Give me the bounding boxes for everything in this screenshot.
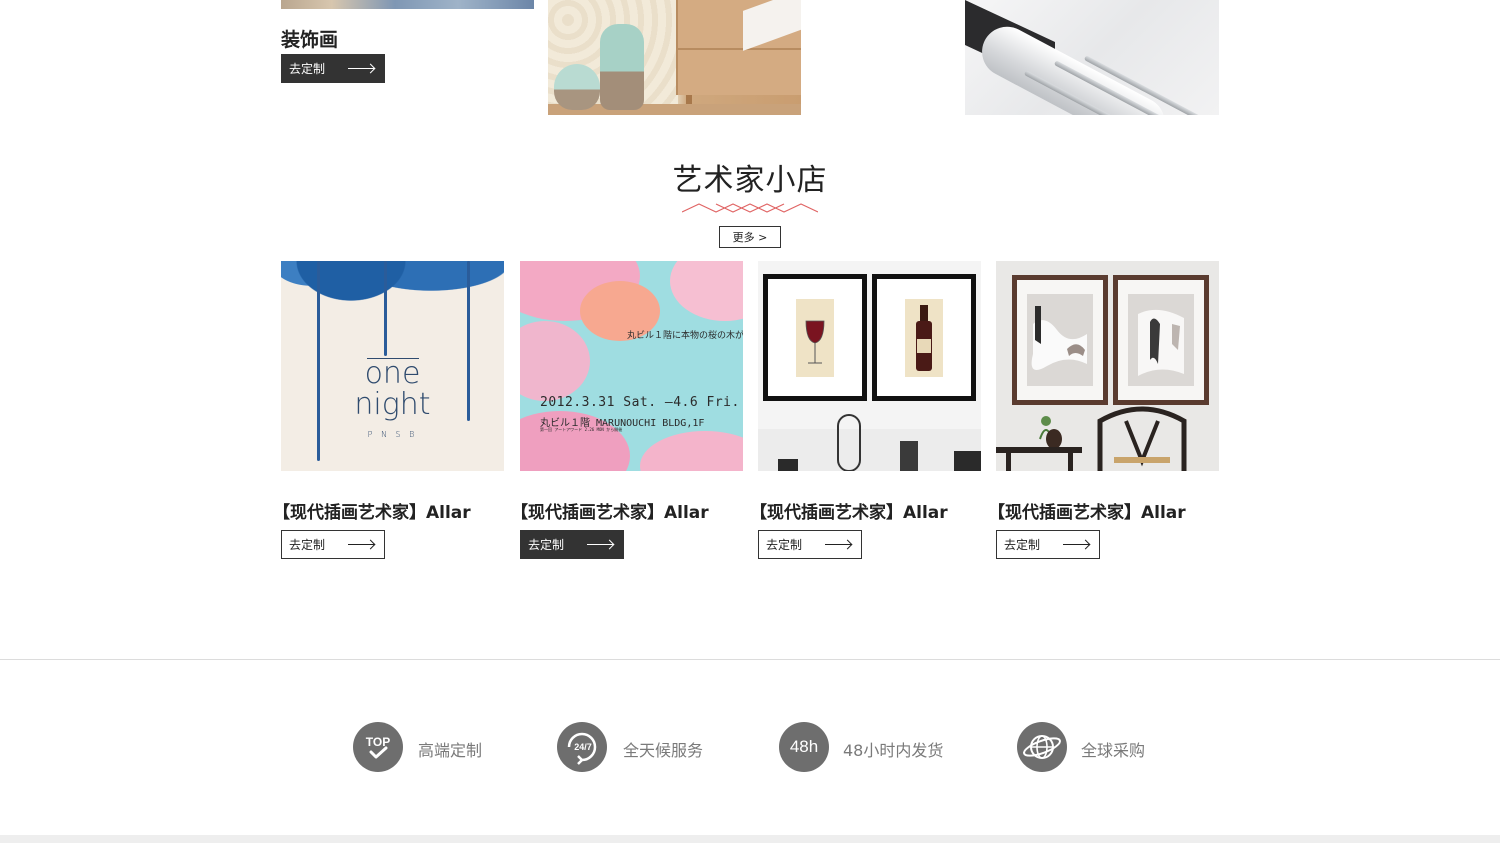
room-furniture	[778, 414, 981, 471]
rollup-banner-product-image[interactable]	[965, 0, 1219, 115]
pink-blob	[640, 431, 743, 471]
button-label: 去定制	[1004, 538, 1041, 552]
chair-and-table	[996, 406, 1187, 471]
decor-painting-image[interactable]	[281, 0, 534, 9]
poster-word-one: one	[364, 356, 421, 391]
artist-card-title[interactable]: 【现代插画艺术家】Allar	[511, 498, 709, 523]
button-label: 去定制	[766, 538, 803, 552]
decor-painting-customize-button[interactable]: 去定制	[281, 54, 385, 83]
abstract-print	[1128, 294, 1194, 386]
arrow-right-icon	[348, 544, 374, 545]
button-label: 去定制	[289, 538, 326, 552]
top-check-icon: TOP	[353, 722, 403, 772]
24-7-service-icon: 24/7	[557, 722, 607, 772]
button-label: 去定制	[528, 538, 565, 552]
feature-label: 48小时内发货	[843, 741, 944, 760]
button-label: 去定制	[289, 62, 326, 76]
framed-artwork	[763, 274, 867, 401]
zigzag-divider-icon	[682, 203, 818, 213]
artist-card-title[interactable]: 【现代插画艺术家】Allar	[988, 498, 1186, 523]
poster-date: 2012.3.31 Sat. ―4.6 Fri.	[540, 395, 740, 410]
section-divider	[0, 659, 1500, 660]
section-title: 艺术家小店	[672, 163, 828, 198]
poster-word-night: night	[354, 387, 431, 422]
poster-caption: P N S B	[367, 430, 418, 439]
framed-artwork	[1012, 275, 1108, 405]
artist-card-image[interactable]: 丸ビル１階に本物の桜の木が 2012.3.31 Sat. ―4.6 Fri. 丸…	[520, 261, 743, 471]
blue-ink-splash	[281, 261, 504, 321]
pink-blob	[520, 321, 590, 401]
globe-icon	[1017, 722, 1067, 772]
more-button[interactable]: 更多 >	[719, 226, 781, 248]
wine-glass-print	[796, 299, 834, 377]
artist-card-image[interactable]	[758, 261, 981, 471]
customize-button[interactable]: 去定制	[758, 530, 862, 559]
48h-icon-text: 48h	[789, 737, 819, 756]
feature-label: 高端定制	[418, 741, 483, 760]
wine-bottle-print	[905, 299, 943, 377]
48h-icon: 48h	[779, 722, 829, 772]
framed-artwork	[1113, 275, 1209, 405]
arrow-right-icon	[1063, 544, 1089, 545]
decor-painting-title: 装饰画	[281, 29, 339, 51]
poster-jp-text: 丸ビル１階に本物の桜の木が	[627, 331, 743, 341]
page-bottom-bar	[0, 835, 1500, 843]
artist-card-image[interactable]: one night P N S B	[281, 261, 504, 471]
feature-label: 全球采购	[1081, 741, 1146, 760]
arrow-right-icon	[587, 544, 613, 545]
artist-card-title[interactable]: 【现代插画艺术家】Allar	[273, 498, 471, 523]
artist-card-image[interactable]	[996, 261, 1219, 471]
arrow-right-icon	[348, 68, 374, 69]
ink-drip	[384, 261, 387, 356]
feature-label: 全天候服务	[623, 741, 704, 760]
poster-fineprint: 第一回 アートアワード 2.26 MON から開催	[540, 427, 623, 432]
vase-product-image[interactable]	[548, 0, 801, 115]
tall-vase	[600, 24, 644, 110]
customize-button[interactable]: 去定制	[520, 530, 624, 559]
arrow-right-icon	[825, 544, 851, 545]
framed-artwork	[872, 274, 976, 401]
customize-button[interactable]: 去定制	[281, 530, 385, 559]
pink-blob	[670, 261, 743, 321]
customize-button[interactable]: 去定制	[996, 530, 1100, 559]
svg-text:24/7: 24/7	[574, 742, 592, 752]
abstract-print	[1027, 294, 1093, 386]
artist-card-title[interactable]: 【现代插画艺术家】Allar	[750, 498, 948, 523]
round-vase	[554, 64, 600, 110]
